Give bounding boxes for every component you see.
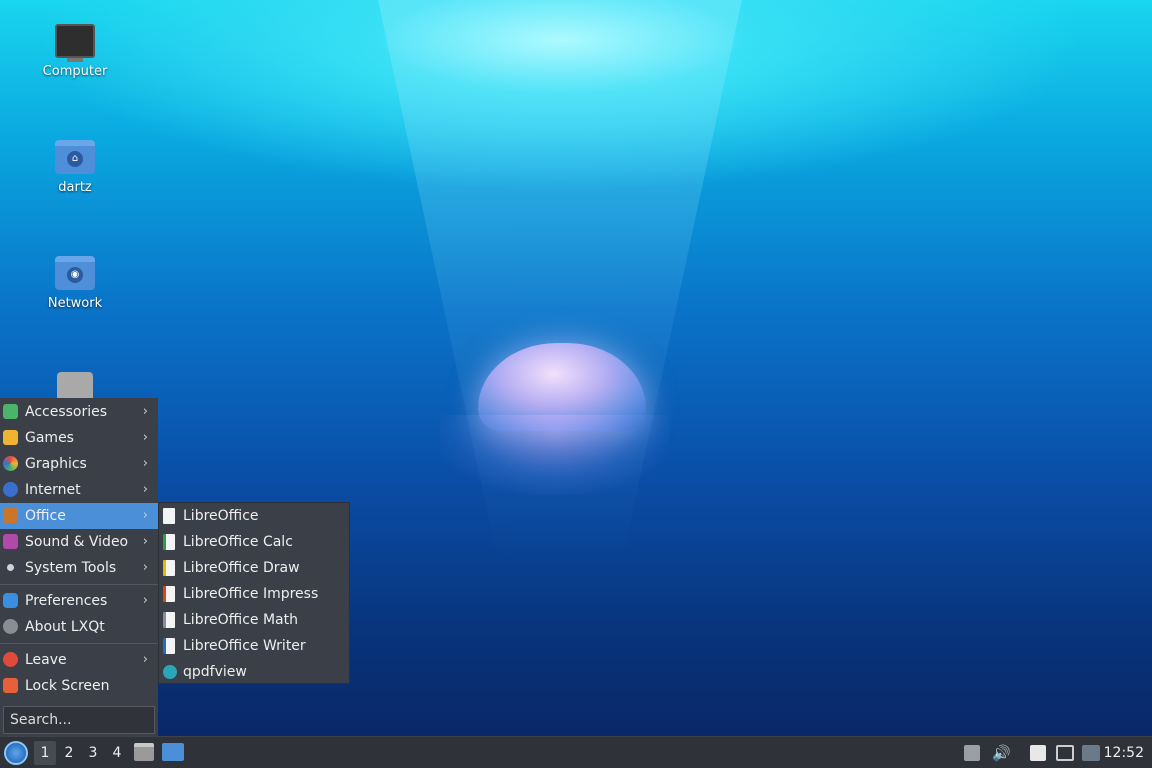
submenu-item-label: LibreOffice Calc (183, 534, 293, 550)
menu-item-leave[interactable]: Leave › (0, 647, 158, 673)
menu-item-accessories[interactable]: Accessories › (0, 399, 158, 425)
menu-item-sound-video[interactable]: Sound & Video › (0, 529, 158, 555)
sound-video-icon (3, 534, 18, 549)
libreoffice-draw-icon (163, 560, 175, 576)
libreoffice-writer-icon (163, 638, 175, 654)
menu-search-input[interactable]: Search... (3, 706, 155, 734)
libreoffice-calc-icon (163, 534, 175, 550)
menu-item-graphics[interactable]: Graphics › (0, 451, 158, 477)
submenu-item-label: LibreOffice Writer (183, 638, 306, 654)
workspace-3[interactable]: 3 (82, 741, 104, 765)
jellyfish (478, 343, 646, 431)
chevron-right-icon: › (142, 534, 148, 549)
menu-item-label: About LXQt (25, 619, 105, 635)
desktop-icon-trash[interactable] (25, 372, 125, 398)
chevron-right-icon: › (142, 560, 148, 575)
submenu-item-libreoffice-math[interactable]: LibreOffice Math (159, 607, 349, 633)
system-tools-icon (3, 560, 18, 575)
submenu-item-label: LibreOffice Impress (183, 586, 319, 602)
chevron-right-icon: › (142, 482, 148, 497)
home-folder-icon: ⌂ (55, 140, 95, 174)
menu-item-label: Office (25, 508, 66, 524)
desktop-icon-home[interactable]: ⌂ dartz (25, 140, 125, 195)
submenu-item-libreoffice[interactable]: LibreOffice (159, 503, 349, 529)
start-menu-button[interactable] (4, 741, 28, 765)
info-icon (3, 619, 18, 634)
desktop-icon-network[interactable]: ◉ Network (25, 256, 125, 311)
computer-icon (55, 24, 95, 62)
menu-item-office[interactable]: Office › (0, 503, 158, 529)
chevron-right-icon: › (142, 404, 148, 419)
submenu-item-label: qpdfview (183, 664, 247, 680)
menu-item-label: Lock Screen (25, 678, 110, 694)
desktop-icon-label: dartz (58, 180, 92, 195)
office-submenu: LibreOffice LibreOffice Calc LibreOffice… (158, 502, 350, 684)
menu-item-label: Leave (25, 652, 67, 668)
lock-icon (3, 678, 18, 693)
submenu-item-libreoffice-calc[interactable]: LibreOffice Calc (159, 529, 349, 555)
desktop-icon-label: Network (47, 296, 103, 311)
show-desktop-icon[interactable] (162, 743, 184, 761)
menu-item-games[interactable]: Games › (0, 425, 158, 451)
internet-icon (3, 482, 18, 497)
menu-item-about[interactable]: About LXQt (0, 614, 158, 640)
desktop-icon-computer[interactable]: Computer (25, 24, 125, 79)
clipboard-icon[interactable] (1030, 745, 1046, 761)
office-icon (3, 508, 18, 523)
libreoffice-math-icon (163, 612, 175, 628)
menu-item-internet[interactable]: Internet › (0, 477, 158, 503)
notification-icon[interactable] (1082, 745, 1100, 761)
qpdfview-icon (163, 665, 177, 679)
workspace-1[interactable]: 1 (34, 741, 56, 765)
chevron-right-icon: › (142, 652, 148, 667)
volume-icon[interactable]: 🔊 (992, 745, 1011, 761)
chevron-right-icon: › (142, 593, 148, 608)
menu-item-preferences[interactable]: Preferences › (0, 588, 158, 614)
menu-item-label: System Tools (25, 560, 117, 576)
libreoffice-icon (163, 508, 175, 524)
menu-item-label: Preferences (25, 593, 108, 609)
menu-item-label: Internet (25, 482, 81, 498)
menu-item-label: Sound & Video (25, 534, 129, 550)
submenu-item-label: LibreOffice Math (183, 612, 298, 628)
workspace-2[interactable]: 2 (58, 741, 80, 765)
menu-separator (0, 643, 158, 644)
network-folder-icon: ◉ (55, 256, 95, 290)
chevron-right-icon: › (142, 456, 148, 471)
menu-item-label: Graphics (25, 456, 87, 472)
preferences-icon (3, 593, 18, 608)
menu-item-label: Games (25, 430, 74, 446)
menu-item-label: Accessories (25, 404, 108, 420)
submenu-item-libreoffice-draw[interactable]: LibreOffice Draw (159, 555, 349, 581)
games-icon (3, 430, 18, 445)
submenu-item-libreoffice-writer[interactable]: LibreOffice Writer (159, 633, 349, 659)
file-manager-icon[interactable] (134, 743, 154, 761)
menu-item-lock-screen[interactable]: Lock Screen (0, 673, 158, 699)
libreoffice-impress-icon (163, 586, 175, 602)
power-icon (3, 652, 18, 667)
eject-icon[interactable] (964, 745, 980, 761)
menu-item-system-tools[interactable]: System Tools › (0, 555, 158, 581)
submenu-item-libreoffice-impress[interactable]: LibreOffice Impress (159, 581, 349, 607)
submenu-item-qpdfview[interactable]: qpdfview (159, 659, 349, 685)
accessories-icon (3, 404, 18, 419)
trash-icon (57, 372, 93, 398)
taskbar: 1 2 3 4 🔊 12:52 (0, 736, 1152, 768)
submenu-item-label: LibreOffice Draw (183, 560, 300, 576)
workspace-4[interactable]: 4 (106, 741, 128, 765)
main-menu: Accessories › Games › Graphics › Interne… (0, 398, 158, 736)
chevron-right-icon: › (142, 508, 148, 523)
network-status-icon[interactable] (1056, 745, 1074, 761)
menu-separator (0, 584, 158, 585)
clock[interactable]: 12:52 (1104, 737, 1144, 768)
graphics-icon (3, 456, 18, 471)
desktop-icon-label: Computer (42, 64, 108, 79)
chevron-right-icon: › (142, 430, 148, 445)
submenu-item-label: LibreOffice (183, 508, 259, 524)
